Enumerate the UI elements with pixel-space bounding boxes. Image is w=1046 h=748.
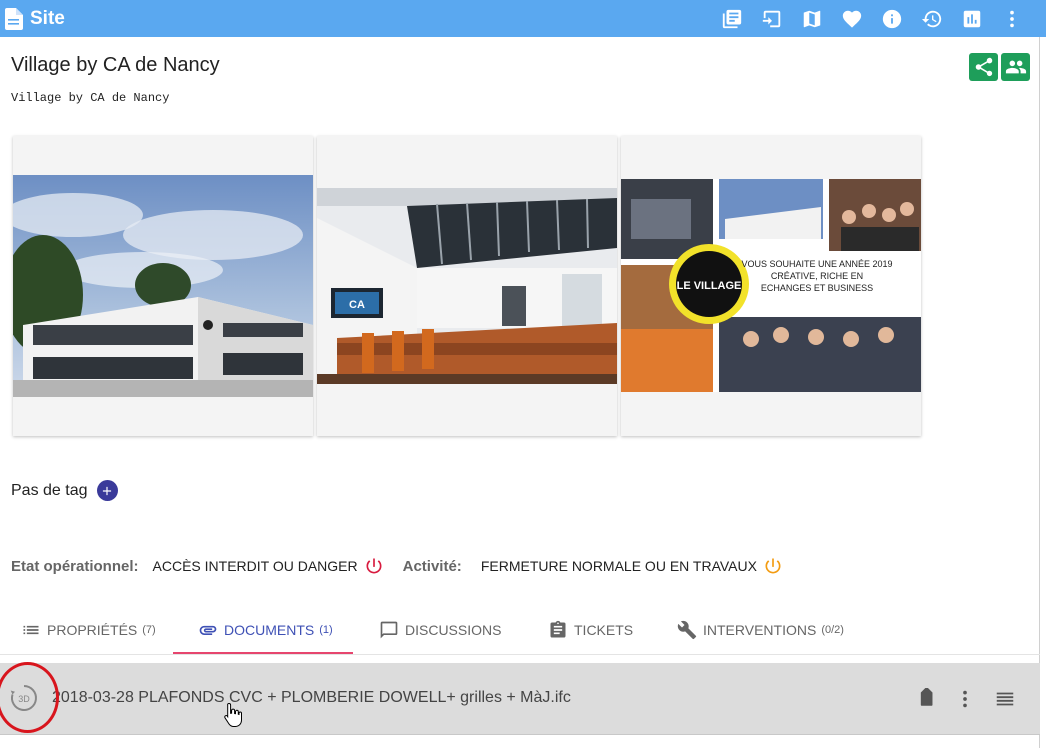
- history-icon: [921, 10, 942, 27]
- tags-section: Pas de tag: [11, 480, 118, 501]
- operational-power-icon: [364, 556, 384, 576]
- share-icon: [975, 57, 992, 77]
- people-button[interactable]: [1001, 53, 1030, 81]
- document-reorder-button[interactable]: [993, 687, 1017, 711]
- no-tag-label: Pas de tag: [11, 481, 88, 499]
- interior-lobby-photo: CA: [317, 188, 617, 384]
- activity-value: FERMETURE NORMALE OU EN TRAVAUX: [480, 558, 757, 574]
- tab-label: DISCUSSIONS: [405, 622, 502, 638]
- more-vert-icon: [963, 690, 967, 708]
- building-exterior-photo: [13, 175, 313, 397]
- document-icon: [5, 7, 23, 30]
- collage-greeting-1: VOUS SOUHAITE UNE ANNÉE 2019: [741, 259, 892, 269]
- info-icon: [882, 9, 902, 28]
- tab-label: TICKETS: [574, 622, 634, 638]
- tab-label: PROPRIÉTÉS: [47, 622, 138, 638]
- heart-icon: [842, 10, 862, 28]
- attachment-icon: [199, 625, 217, 635]
- tab-discussions[interactable]: DISCUSSIONS: [379, 605, 501, 655]
- library-books-button[interactable]: [712, 0, 752, 37]
- wrench-icon: [677, 620, 697, 640]
- tab-label: DOCUMENTS: [224, 622, 315, 638]
- tab-count: (1): [319, 624, 333, 636]
- chat-bubble-icon: [380, 621, 398, 639]
- tab-tickets[interactable]: TICKETS: [548, 605, 633, 655]
- photo-card-exterior[interactable]: [13, 136, 313, 436]
- app-title: Site: [30, 7, 65, 29]
- tab-bar: PROPRIÉTÉS (7) DOCUMENTS (1) DISCUSSIONS…: [0, 605, 1040, 655]
- tab-label: INTERVENTIONS: [703, 622, 817, 638]
- document-more-button[interactable]: [953, 687, 977, 711]
- photo-card-interior[interactable]: CA: [317, 136, 617, 436]
- document-row[interactable]: 3D 2018-03-28 PLAFONDS CVC + PLOMBERIE D…: [0, 663, 1040, 735]
- favorite-button[interactable]: [832, 0, 872, 37]
- hand-cursor-icon: [224, 702, 242, 727]
- tab-documents[interactable]: DOCUMENTS (1): [198, 605, 333, 655]
- statistics-button[interactable]: [952, 0, 992, 37]
- reorder-icon: [996, 692, 1014, 706]
- operational-state-value: ACCÈS INTERDIT OU DANGER: [152, 558, 358, 574]
- tab-proprietes[interactable]: PROPRIÉTÉS (7): [21, 605, 156, 655]
- more-button[interactable]: [992, 0, 1032, 37]
- library-books-icon: [722, 9, 742, 28]
- site-title: Village by CA de Nancy: [11, 54, 220, 76]
- tag-document-button[interactable]: [914, 687, 938, 711]
- exit-to-app-icon: [762, 10, 781, 27]
- toolbar-actions: [712, 0, 1032, 37]
- map-button[interactable]: [792, 0, 832, 37]
- people-icon: [1005, 60, 1026, 74]
- activity-power-icon: [763, 556, 783, 576]
- photo-card-collage[interactable]: LE VILLAGE VOUS SOUHAITE UNE ANNÉE 2019 …: [621, 136, 921, 436]
- tab-count: (7): [142, 624, 156, 636]
- bar-chart-icon: [963, 10, 981, 27]
- collage-logo: LE VILLAGE: [677, 280, 742, 292]
- list-icon: [23, 625, 39, 635]
- activity-label: Activité:: [402, 557, 462, 575]
- active-tab-indicator: [173, 652, 353, 654]
- document-name[interactable]: 2018-03-28 PLAFONDS CVC + PLOMBERIE DOWE…: [52, 689, 571, 707]
- info-button[interactable]: [872, 0, 912, 37]
- top-app-bar: Site: [0, 0, 1046, 37]
- greeting-collage-photo: LE VILLAGE VOUS SOUHAITE UNE ANNÉE 2019 …: [621, 179, 921, 392]
- collage-greeting-2: CRÉATIVE, RICHE EN: [771, 271, 863, 281]
- site-subtitle: Village by CA de Nancy: [11, 91, 170, 105]
- tab-count: (0/2): [821, 624, 844, 636]
- 3d-viewer-icon[interactable]: 3D: [9, 683, 39, 713]
- status-row: Etat opérationnel: ACCÈS INTERDIT OU DAN…: [11, 556, 783, 576]
- exit-to-app-button[interactable]: [752, 0, 792, 37]
- map-icon: [803, 10, 821, 27]
- share-button[interactable]: [969, 53, 998, 81]
- svg-text:3D: 3D: [18, 694, 30, 704]
- label-tag-icon: [920, 688, 933, 706]
- history-button[interactable]: [912, 0, 952, 37]
- collage-greeting-3: ECHANGES ET BUSINESS: [761, 283, 873, 293]
- clipboard-icon: [550, 620, 566, 638]
- operational-state-label: Etat opérationnel:: [11, 557, 139, 575]
- tab-interventions[interactable]: INTERVENTIONS (0/2): [677, 605, 844, 655]
- add-tag-button[interactable]: [96, 480, 118, 501]
- plus-icon: [102, 486, 112, 495]
- svg-text:CA: CA: [349, 299, 365, 311]
- more-vert-icon: [1010, 10, 1014, 27]
